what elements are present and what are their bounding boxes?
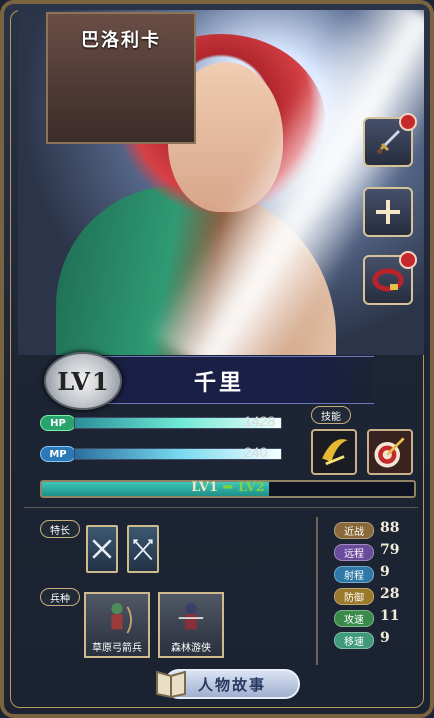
unit-card-1[interactable]: 草原弓箭兵 [84, 592, 150, 658]
character-title-banner: 巴洛利卡 [46, 12, 196, 144]
stat-value: 79 [380, 542, 400, 558]
stat-label: 近战 [334, 522, 374, 539]
stat-value: 88 [380, 520, 400, 536]
plus-icon [376, 200, 400, 224]
hp-label: HP [40, 415, 76, 431]
book-icon [156, 670, 186, 698]
skills-label: 技能 [311, 406, 351, 424]
level-number: 1 [91, 366, 109, 396]
trait-slot-2[interactable] [127, 525, 159, 573]
level-prefix: LV [57, 366, 90, 396]
unit-types-label: 兵种 [40, 588, 80, 606]
weapon-slot-button[interactable] [363, 113, 417, 167]
stat-label: 射程 [334, 566, 374, 583]
stat-value: 28 [380, 586, 400, 602]
add-equipment-button[interactable] [363, 187, 413, 237]
skill-slot-2[interactable] [367, 429, 413, 475]
unit-card-2[interactable]: 森林游侠 [158, 592, 224, 658]
unit-name: 草原弓箭兵 [92, 643, 142, 654]
crossed-arrows-icon [133, 539, 153, 561]
golden-slash-icon [322, 439, 348, 466]
hp-value: 1428 [244, 413, 276, 429]
arrow-target-icon [374, 437, 405, 468]
experience-bar: LV1 ➡ LV2 [40, 480, 416, 498]
archer-figure-icon [111, 603, 133, 634]
traits-label: 特长 [40, 520, 80, 538]
xp-level-from: LV1 [191, 480, 219, 495]
story-button-label: 人物故事 [197, 675, 266, 694]
crossed-blades-icon [92, 539, 112, 559]
stat-label: 远程 [334, 544, 374, 561]
unit-name: 森林游侠 [171, 643, 211, 654]
dagger-icon [376, 130, 400, 155]
stat-value: 9 [380, 564, 390, 580]
mp-value: 240 [244, 444, 268, 460]
xp-level-to: LV2 [237, 480, 265, 495]
stat-label: 防御 [334, 588, 374, 605]
ranger-figure-icon [178, 603, 204, 630]
level-badge: LV 1 [44, 352, 122, 410]
stats-divider [316, 517, 318, 665]
arrow-right-icon: ➡ [222, 480, 234, 495]
mp-label: MP [40, 446, 76, 462]
stat-label: 移速 [334, 632, 374, 649]
character-panel: 巴洛利卡 千里 LV 1 HP 1428 MP 240 技能 LV1 ➡ LV2… [0, 0, 434, 718]
stat-value: 9 [380, 630, 390, 646]
accessory-slot-button[interactable] [363, 251, 417, 305]
skill-slot-1[interactable] [311, 429, 357, 475]
trait-slot-1[interactable] [86, 525, 118, 573]
section-divider [24, 507, 418, 508]
stat-value: 11 [380, 608, 400, 624]
belt-icon [372, 268, 404, 292]
stat-label: 攻速 [334, 610, 374, 627]
character-title: 巴洛利卡 [81, 30, 161, 51]
